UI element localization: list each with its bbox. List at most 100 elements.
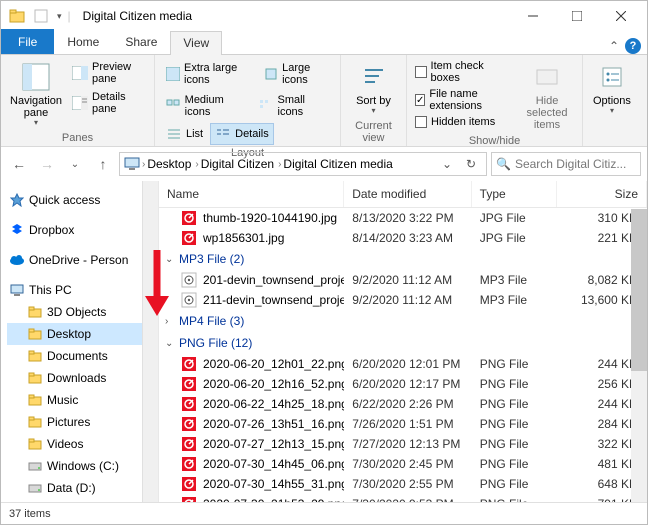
file-row[interactable]: 2020-07-27_12h13_15.png7/27/2020 12:13 P… [159,434,647,454]
dropbox-icon [9,222,25,238]
layout-large[interactable]: Large icons [259,59,334,89]
file-icon [181,230,197,246]
nav-item[interactable]: Dropbox [7,219,142,241]
drive-icon [27,458,43,474]
tab-view[interactable]: View [170,31,222,55]
nav-item[interactable]: Music [7,389,142,411]
nav-item[interactable]: Documents [7,345,142,367]
file-icon [181,210,197,226]
nav-item[interactable]: OneDrive - Person [7,249,142,271]
folder-icon [27,304,43,320]
navigation-pane: Quick access Dropbox OneDrive - Person This… [1,181,159,503]
col-date[interactable]: Date modified [344,181,471,207]
layout-extra-large[interactable]: Extra large icons [161,59,257,89]
nav-item[interactable]: Desktop [7,323,142,345]
help-icon[interactable]: ? [625,38,641,54]
search-icon: 🔍 [496,157,511,171]
close-button[interactable] [599,1,643,31]
options-button[interactable]: Options ▾ [589,59,635,128]
tab-file[interactable]: File [1,29,54,54]
file-row[interactable]: 2020-07-30_14h55_31.png7/30/2020 2:55 PM… [159,474,647,494]
col-size[interactable]: Size [557,181,647,207]
folder-icon [27,348,43,364]
nav-item[interactable]: This PC [7,279,142,301]
navigation-pane-button[interactable]: Navigation pane ▾ [7,59,65,130]
drive-icon [27,480,43,496]
search-input[interactable]: 🔍 Search Digital Citiz... [491,152,641,176]
file-row[interactable]: thumb-1920-1044190.jpg8/13/2020 3:22 PMJ… [159,208,647,228]
back-button[interactable]: ← [7,152,31,176]
file-icon [181,376,197,392]
file-row[interactable]: 2020-07-26_13h51_16.png7/26/2020 1:51 PM… [159,414,647,434]
ribbon-tabs: File Home Share View ⌃ ? [1,31,647,55]
details-pane-button[interactable]: Details pane [69,89,148,117]
qat-placeholder-icon [33,8,49,24]
address-bar: ← → ⌄ ↑ › Desktop› Digital Citizen› Digi… [1,147,647,181]
nav-item[interactable]: 3D Objects [7,301,142,323]
group-header[interactable]: ⌄PNG File (12) [159,332,647,354]
nav-item[interactable]: Data (D:) [7,477,142,499]
group-label-current-view: Current view [347,118,400,146]
tab-home[interactable]: Home [54,30,112,54]
breadcrumb-bar[interactable]: › Desktop› Digital Citizen› Digital Citi… [119,152,487,176]
group-header[interactable]: ›MP4 File (3) [159,310,647,332]
recent-dropdown[interactable]: ⌄ [63,152,87,176]
file-row[interactable]: 2020-06-20_12h01_22.png6/20/2020 12:01 P… [159,354,647,374]
file-extensions-toggle[interactable]: ✓File name extensions [413,87,514,113]
crumb-2[interactable]: Digital Citizen media [283,157,392,171]
layout-details[interactable]: Details [210,123,274,145]
file-row[interactable]: 2020-06-22_14h25_18.png6/22/2020 2:26 PM… [159,394,647,414]
address-dropdown[interactable]: ⌄ [436,157,458,171]
preview-pane-button[interactable]: Preview pane [69,59,148,87]
maximize-button[interactable] [555,1,599,31]
file-row[interactable]: 2020-07-30_14h45_06.png7/30/2020 2:45 PM… [159,454,647,474]
sort-by-button[interactable]: Sort by ▾ [347,59,400,118]
expanded-icon: ⌄ [165,338,175,349]
column-headers[interactable]: Name Date modified Type Size [159,181,647,208]
hide-selected-button[interactable]: Hide selected items [518,59,576,133]
file-icon [181,272,197,288]
up-button[interactable]: ↑ [91,152,115,176]
window-title: Digital Citizen media [77,9,511,23]
nav-item[interactable]: Videos [7,433,142,455]
nav-item[interactable]: Downloads [7,367,142,389]
crumb-0[interactable]: Desktop› [147,157,198,171]
col-type[interactable]: Type [472,181,558,207]
file-row[interactable]: wp1856301.jpg8/14/2020 3:23 AMJPG File22… [159,228,647,248]
col-name[interactable]: Name [159,181,344,207]
file-row[interactable]: 2020-06-20_12h16_52.png6/20/2020 12:17 P… [159,374,647,394]
nav-scrollbar[interactable] [142,181,158,503]
folder-icon [27,436,43,452]
collapsed-icon: › [165,316,175,327]
item-count: 37 items [9,508,51,520]
minimize-button[interactable] [511,1,555,31]
hidden-items-toggle[interactable]: Hidden items [413,115,514,129]
ribbon-collapse-icon[interactable]: ⌃ [609,39,619,53]
refresh-button[interactable]: ↻ [460,157,482,171]
ribbon: Navigation pane ▾ Preview pane Details p… [1,55,647,147]
crumb-1[interactable]: Digital Citizen› [201,157,282,171]
file-row[interactable]: 211-devin_townsend_project-gra...9/2/202… [159,290,647,310]
cloud-icon [9,252,25,268]
file-row[interactable]: 201-devin_townsend_project-hy...9/2/2020… [159,270,647,290]
qat-dropdown-icon[interactable]: ▾ [57,11,62,22]
item-checkboxes-toggle[interactable]: Item check boxes [413,59,514,85]
nav-item[interactable]: Windows (C:) [7,455,142,477]
nav-item[interactable]: Pictures [7,411,142,433]
layout-list[interactable]: List [161,123,208,145]
layout-small[interactable]: Small icons [254,91,334,121]
pc-icon [9,282,25,298]
details-pane-icon [72,95,88,111]
folder-icon [27,392,43,408]
folder-icon [27,414,43,430]
file-scrollbar[interactable] [631,209,647,503]
file-icon [181,416,197,432]
tab-share[interactable]: Share [112,30,170,54]
group-header[interactable]: ⌄MP3 File (2) [159,248,647,270]
file-list-pane: Name Date modified Type Size thumb-1920-… [159,181,647,503]
nav-item[interactable]: Quick access [7,189,142,211]
folder-icon [27,326,43,342]
forward-button[interactable]: → [35,152,59,176]
layout-medium[interactable]: Medium icons [161,91,252,121]
content-area: Quick access Dropbox OneDrive - Person This… [1,181,647,503]
